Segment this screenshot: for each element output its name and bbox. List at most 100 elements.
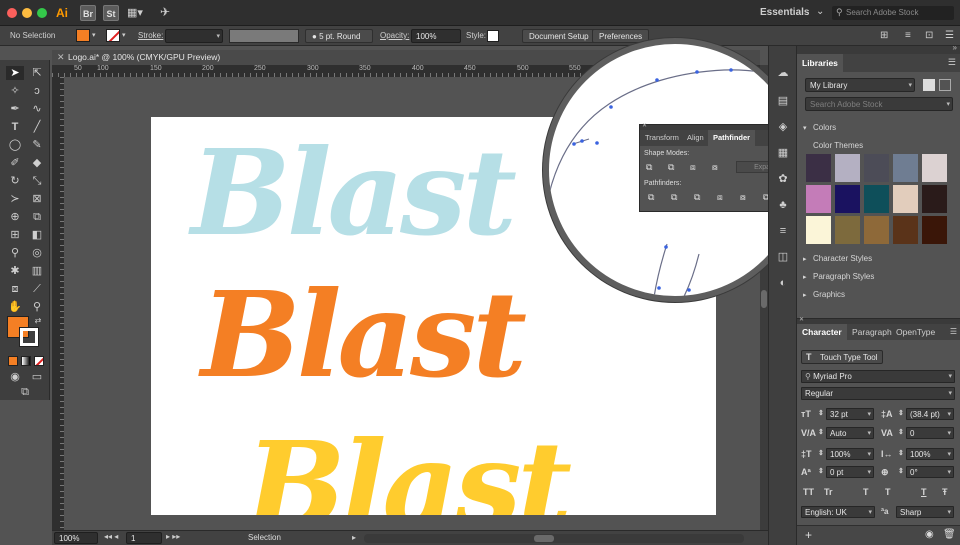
gradient-icon[interactable]: ◫ — [775, 250, 791, 264]
artboard-number-field[interactable]: 1 — [126, 532, 162, 544]
workspace-switcher[interactable]: Essentials — [760, 7, 809, 18]
touch-type-tool-button[interactable]: T Touch Type Tool — [801, 350, 883, 364]
direct-selection-tool-icon[interactable]: ⇱ — [28, 66, 46, 80]
font-family-field[interactable]: ⚲ Myriad Pro ▾ — [801, 370, 955, 383]
next-artboard-icon[interactable]: ▸ ▸▸ — [166, 532, 180, 541]
variable-width-profile[interactable] — [229, 29, 299, 43]
edit-toolbar-icon[interactable]: ⧉ — [16, 385, 34, 399]
underline-button[interactable]: T — [921, 487, 927, 497]
brush-definition[interactable]: ● 5 pt. Round — [305, 29, 373, 43]
curvature-tool-icon[interactable]: ∿ — [28, 102, 46, 116]
slice-tool-icon[interactable]: ⟋ — [28, 282, 46, 296]
eraser-tool-icon[interactable]: ◆ — [28, 156, 46, 170]
small-caps-button[interactable]: Tr — [824, 487, 833, 497]
minimize-window-button[interactable] — [22, 8, 32, 18]
properties-icon[interactable]: ▤ — [775, 94, 791, 108]
opacity-label[interactable]: Opacity: — [380, 29, 409, 43]
zoom-tool-icon[interactable]: ⚲ — [28, 300, 46, 314]
library-dropdown[interactable]: My Library ▾ — [805, 78, 915, 92]
tab-align[interactable]: Align — [682, 130, 709, 146]
close-document-icon[interactable]: ✕ — [57, 52, 65, 63]
draw-normal-icon[interactable]: ◉ — [6, 370, 24, 384]
kerning-field[interactable]: Auto ▾ — [826, 427, 874, 439]
recolor-icon[interactable]: ⊞ — [880, 29, 888, 43]
stepper-icon[interactable]: ⇕ — [818, 428, 824, 436]
color-swatch[interactable] — [806, 154, 831, 182]
font-style-field[interactable]: Regular ▾ — [801, 387, 955, 400]
horizontal-scale-field[interactable]: 100% ▾ — [906, 448, 954, 460]
vertical-ruler[interactable] — [52, 77, 64, 530]
colors-section-label[interactable]: Colors — [813, 123, 836, 132]
align-icon[interactable]: ≡ — [905, 29, 911, 43]
color-swatch[interactable] — [864, 185, 889, 213]
bridge-button[interactable]: Br — [80, 5, 96, 21]
tab-opentype[interactable]: OpenType — [891, 324, 940, 340]
tab-pathfinder[interactable]: Pathfinder — [708, 130, 756, 146]
language-field[interactable]: English: UK ▾ — [801, 506, 875, 518]
horizontal-scrollbar[interactable] — [364, 534, 744, 543]
artboard-tool-icon[interactable]: ⧈ — [6, 282, 24, 296]
ellipse-tool-icon[interactable]: ◯ — [6, 138, 24, 152]
stroke-swatch[interactable] — [106, 29, 120, 42]
none-mode-icon[interactable] — [34, 356, 44, 366]
tab-character[interactable]: Character — [797, 324, 847, 340]
column-graph-tool-icon[interactable]: ▥ — [28, 264, 46, 278]
paragraph-styles-section-label[interactable]: Paragraph Styles — [813, 272, 874, 281]
expand-arrow-icon[interactable]: ▸ — [803, 273, 807, 281]
color-themes-section-label[interactable]: Color Themes — [813, 141, 863, 150]
gpu-performance-icon[interactable]: ✈ — [160, 5, 170, 19]
outline-icon[interactable]: ⧇ — [740, 192, 746, 203]
shape-builder-tool-icon[interactable]: ⊕ — [6, 210, 24, 224]
merge-icon[interactable]: ⧉ — [694, 192, 700, 203]
tab-paragraph[interactable]: Paragraph — [847, 324, 897, 340]
close-panel-icon[interactable]: ✕ — [642, 122, 647, 129]
mesh-tool-icon[interactable]: ⊞ — [6, 228, 24, 242]
stock-button[interactable]: St — [103, 5, 119, 21]
graphics-section-label[interactable]: Graphics — [813, 290, 845, 299]
color-swatch[interactable] — [922, 185, 947, 213]
lasso-tool-icon[interactable]: ↄ — [28, 84, 46, 98]
grid-view-icon[interactable] — [923, 79, 935, 91]
arrange-documents-icon[interactable]: ▦▾ — [127, 6, 143, 19]
anti-aliasing-field[interactable]: Sharp ▾ — [896, 506, 954, 518]
document-setup-button[interactable]: Document Setup — [522, 29, 596, 43]
transform-icon[interactable]: ⊡ — [925, 29, 933, 43]
rotate-tool-icon[interactable]: ↻ — [6, 174, 24, 188]
color-swatch[interactable] — [835, 154, 860, 182]
color-swatch[interactable] — [864, 216, 889, 244]
color-mode-icon[interactable] — [8, 356, 18, 366]
hand-tool-icon[interactable]: ✋ — [6, 300, 24, 314]
zoom-window-button[interactable] — [37, 8, 47, 18]
character-styles-section-label[interactable]: Character Styles — [813, 254, 872, 263]
pen-tool-icon[interactable]: ✒ — [6, 102, 24, 116]
brushes-icon[interactable]: ✿ — [775, 172, 791, 186]
color-swatch[interactable] — [835, 185, 860, 213]
color-swatch[interactable] — [893, 154, 918, 182]
unite-icon[interactable]: ⧉ — [646, 162, 652, 173]
collapse-panel-icon[interactable]: » — [953, 43, 957, 52]
add-icon[interactable]: + — [805, 528, 812, 542]
stock-search-field[interactable]: ⚲ Search Adobe Stock — [832, 6, 954, 20]
library-search-field[interactable]: Search Adobe Stock ▾ — [805, 97, 953, 111]
opacity-field[interactable]: 100% — [411, 29, 461, 43]
stepper-icon[interactable]: ⇕ — [818, 409, 824, 417]
layers-icon[interactable]: ◈ — [775, 120, 791, 134]
color-swatch[interactable] — [893, 185, 918, 213]
expand-arrow-icon[interactable]: ▾ — [803, 124, 807, 132]
symbol-sprayer-tool-icon[interactable]: ✱ — [6, 264, 24, 278]
stroke-dropdown-icon[interactable]: ▾ — [122, 29, 126, 43]
previous-artboard-icon[interactable]: ◂◂ ◂ — [104, 532, 118, 541]
gradient-mode-icon[interactable] — [21, 356, 31, 366]
perspective-grid-tool-icon[interactable]: ⧉ — [28, 210, 46, 224]
expand-arrow-icon[interactable]: ▸ — [803, 291, 807, 299]
eyedropper-tool-icon[interactable]: ⚲ — [6, 246, 24, 260]
exclude-icon[interactable]: ⧇ — [712, 162, 718, 173]
line-tool-icon[interactable]: ╱ — [28, 120, 46, 134]
stepper-icon[interactable]: ⇕ — [898, 467, 904, 475]
color-swatch[interactable] — [806, 216, 831, 244]
stroke-color-box[interactable] — [19, 327, 39, 347]
stepper-icon[interactable]: ⇕ — [898, 409, 904, 417]
intersect-icon[interactable]: ⧈ — [690, 162, 696, 173]
color-swatch[interactable] — [922, 154, 947, 182]
stepper-icon[interactable]: ⇕ — [818, 467, 824, 475]
